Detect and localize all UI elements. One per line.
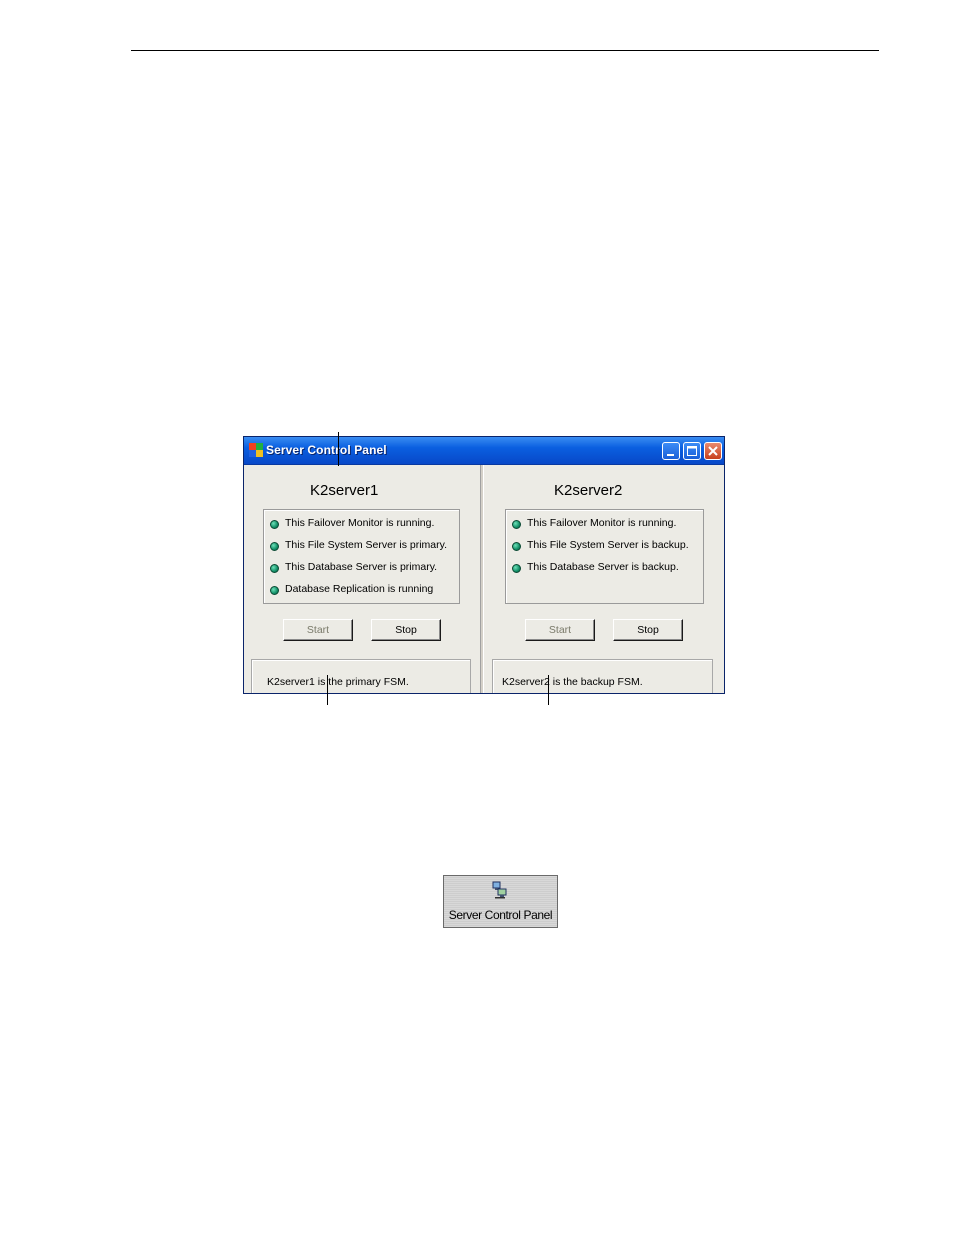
- status-text: This Failover Monitor is running.: [527, 517, 677, 529]
- header-rule: [131, 50, 879, 51]
- status-led-icon: [512, 520, 521, 529]
- status-led-icon: [270, 586, 279, 595]
- callout-line-title: [338, 432, 339, 466]
- server-panel-k2server2: K2server2 This Failover Monitor is runni…: [484, 465, 722, 693]
- status-led-icon: [270, 564, 279, 573]
- status-text: This Failover Monitor is running.: [285, 517, 435, 529]
- status-text: This File System Server is backup.: [527, 539, 689, 551]
- app-icon: [249, 443, 263, 457]
- server-panel-k2server1: K2server1 This Failover Monitor is runni…: [246, 465, 480, 693]
- stop-button[interactable]: Stop: [613, 619, 683, 641]
- status-message-box: K2server2 is the backup FSM.: [492, 659, 713, 693]
- status-text: This Database Server is primary.: [285, 561, 438, 573]
- status-box: This Failover Monitor is running. This F…: [505, 509, 704, 604]
- server-control-panel-shortcut[interactable]: Server Control Panel: [443, 875, 558, 928]
- status-message: K2server2 is the backup FSM.: [502, 676, 643, 688]
- status-message-box: K2server1 is the primary FSM.: [251, 659, 471, 693]
- stop-button[interactable]: Stop: [371, 619, 441, 641]
- status-led-icon: [270, 520, 279, 529]
- status-box: This Failover Monitor is running. This F…: [263, 509, 460, 604]
- status-text: This File System Server is primary.: [285, 539, 447, 551]
- shortcut-label: Server Control Panel: [448, 908, 553, 922]
- status-led-icon: [270, 542, 279, 551]
- title-bar[interactable]: Server Control Panel: [244, 437, 724, 465]
- start-button[interactable]: Start: [283, 619, 353, 641]
- maximize-button[interactable]: [683, 442, 701, 460]
- start-button[interactable]: Start: [525, 619, 595, 641]
- minimize-icon: [667, 454, 674, 456]
- window-title: Server Control Panel: [266, 443, 387, 457]
- server-control-panel-window: Server Control Panel K2server1 This Fail…: [243, 436, 725, 694]
- status-led-icon: [512, 542, 521, 551]
- network-computers-icon: [492, 881, 507, 899]
- status-message: K2server1 is the primary FSM.: [267, 676, 409, 688]
- callout-line-right-message: [548, 675, 549, 705]
- server-name: K2server2: [554, 482, 623, 499]
- status-led-icon: [512, 564, 521, 573]
- close-button[interactable]: [704, 442, 722, 460]
- window-client-area: K2server1 This Failover Monitor is runni…: [244, 465, 724, 693]
- status-text: Database Replication is running: [285, 583, 434, 595]
- callout-line-left-message: [327, 675, 328, 705]
- close-icon: [708, 446, 718, 456]
- minimize-button[interactable]: [662, 442, 680, 460]
- status-text: This Database Server is backup.: [527, 561, 679, 573]
- maximize-icon: [687, 446, 697, 456]
